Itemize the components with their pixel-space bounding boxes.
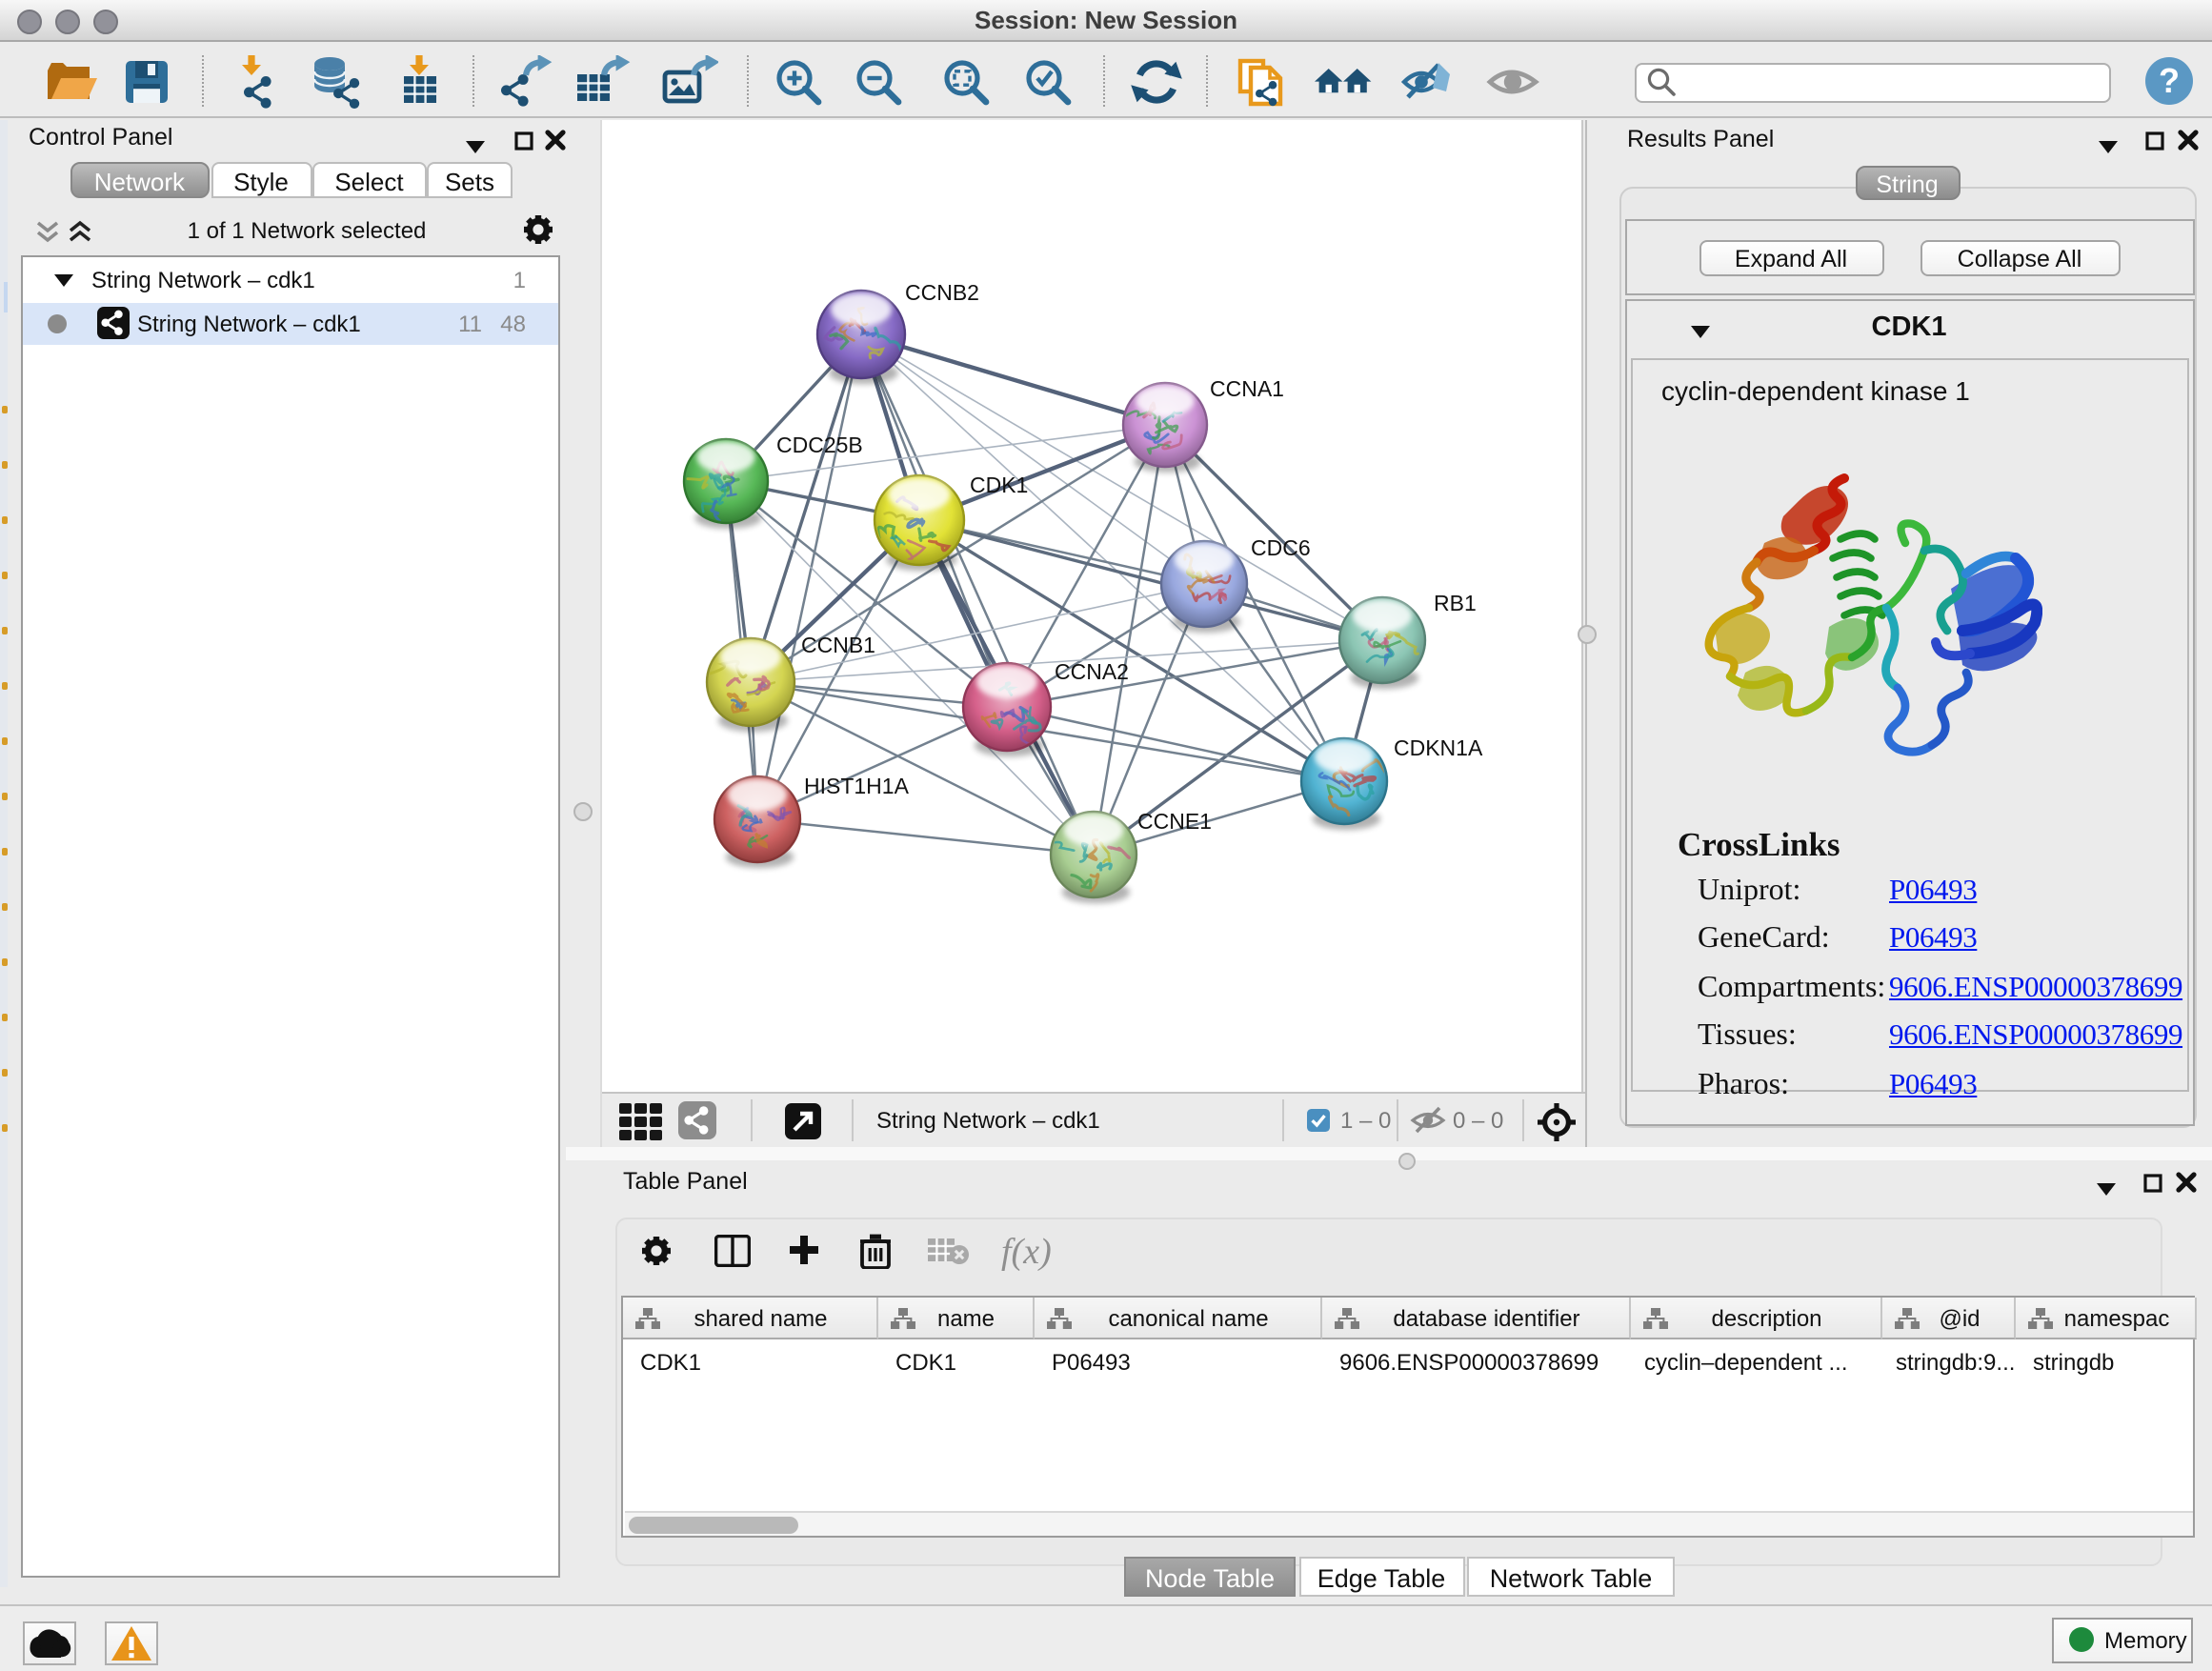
svg-text:CCNA2: CCNA2 [1055, 658, 1129, 683]
svg-text:CDKN1A: CDKN1A [1394, 735, 1483, 759]
svg-text:?: ? [2158, 61, 2179, 100]
svg-text:CDC6: CDC6 [1251, 534, 1311, 559]
svg-text:RB1: RB1 [1434, 590, 1477, 614]
svg-text:CCNA1: CCNA1 [1210, 375, 1284, 400]
svg-text:CCNE1: CCNE1 [1137, 808, 1212, 833]
svg-text:CDC25B: CDC25B [776, 432, 863, 456]
svg-text:HIST1H1A: HIST1H1A [804, 773, 910, 797]
svg-text:CCNB1: CCNB1 [801, 632, 875, 656]
svg-text:CDK1: CDK1 [970, 472, 1028, 496]
svg-text:CCNB2: CCNB2 [905, 279, 979, 304]
